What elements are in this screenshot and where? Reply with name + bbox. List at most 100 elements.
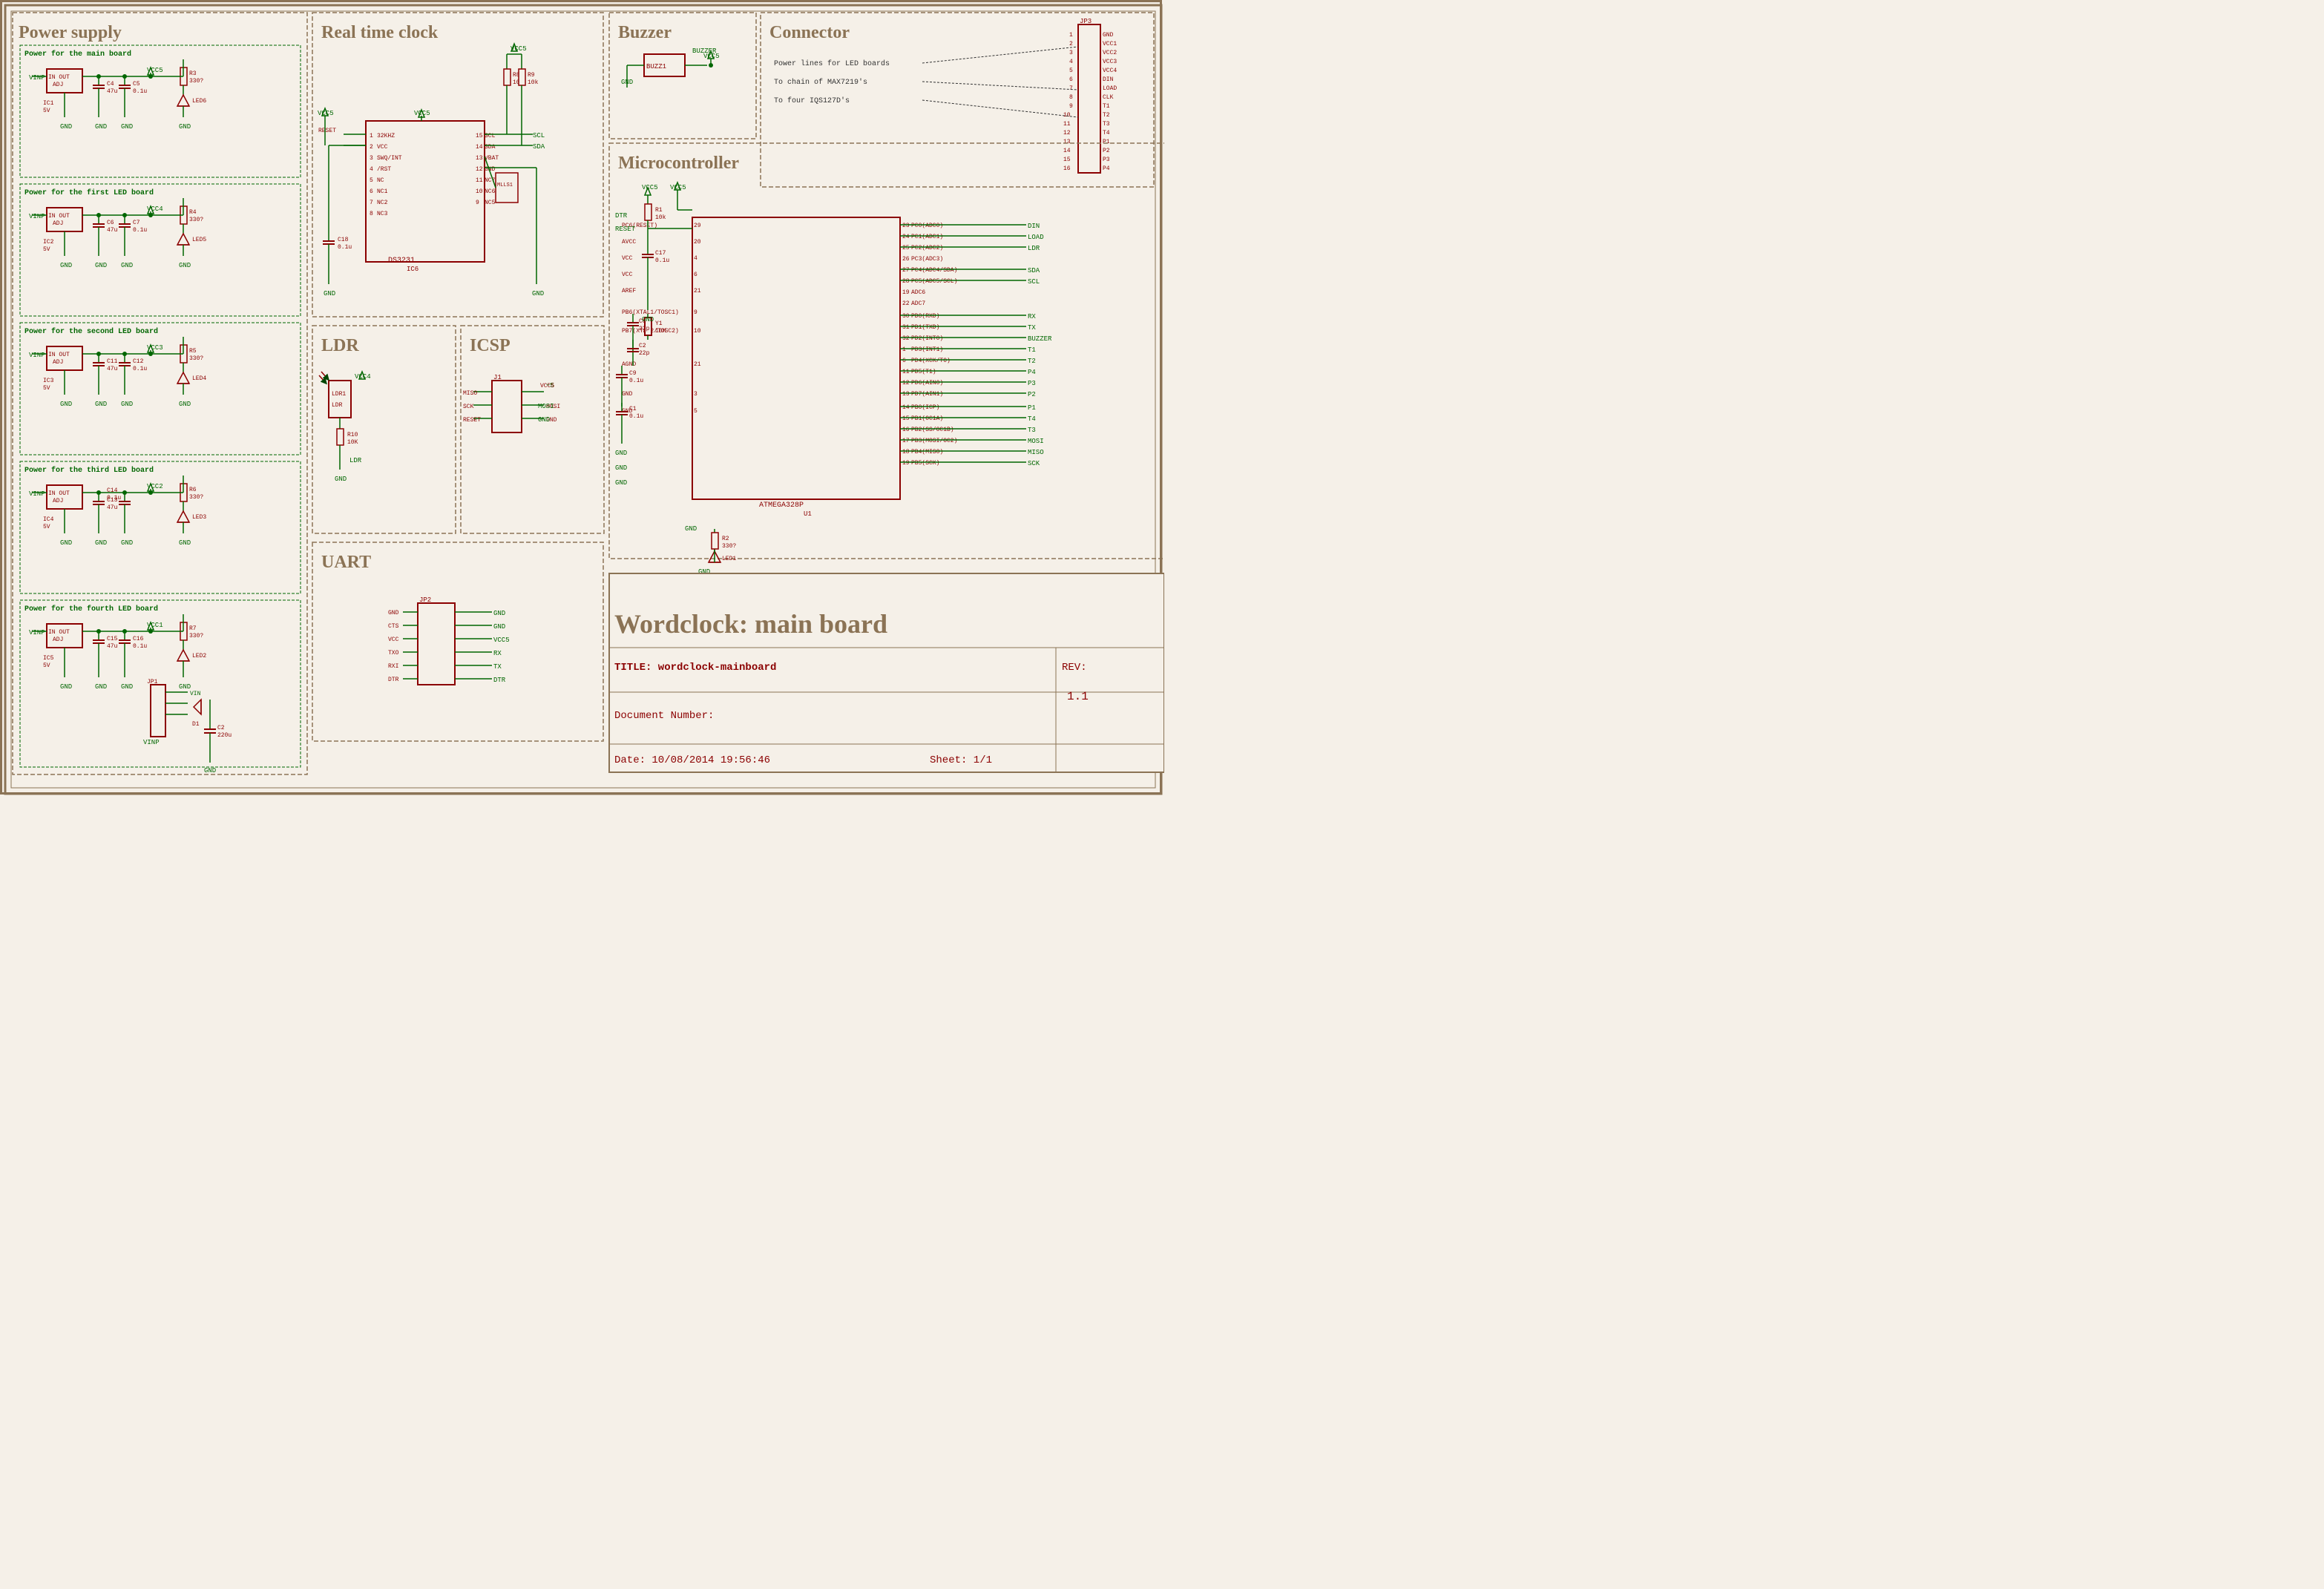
svg-text:SCK: SCK — [1028, 460, 1040, 467]
svg-text:DIN: DIN — [1028, 223, 1040, 230]
svg-text:GND: GND — [60, 539, 72, 547]
svg-text:5: 5 — [1069, 68, 1073, 74]
svg-text:GND: GND — [121, 123, 133, 131]
svg-text:24: 24 — [902, 234, 910, 240]
svg-text:P2: P2 — [1103, 148, 1110, 154]
svg-text:13: 13 — [1063, 139, 1071, 145]
svg-text:PC0(ADC0): PC0(ADC0) — [911, 223, 943, 229]
svg-text:22p: 22p — [639, 350, 650, 357]
svg-text:4: 4 — [694, 255, 697, 262]
svg-text:GND: GND — [95, 683, 107, 691]
svg-text:PD5(T1): PD5(T1) — [911, 369, 936, 375]
svg-text:VCC5: VCC5 — [318, 110, 334, 117]
svg-text:TX: TX — [493, 663, 502, 671]
svg-text:C6: C6 — [107, 220, 114, 226]
svg-text:4: 4 — [1069, 59, 1073, 65]
svg-text:21: 21 — [694, 288, 701, 295]
schematic-page: Power supply Power for the main board IN… — [0, 0, 1162, 794]
svg-text:LOAD: LOAD — [1103, 85, 1117, 92]
svg-text:7: 7 — [1069, 85, 1073, 92]
svg-text:47u: 47u — [107, 366, 118, 372]
svg-text:MISO: MISO — [1028, 449, 1044, 456]
svg-text:VINP: VINP — [29, 352, 45, 359]
svg-text:VINP: VINP — [29, 629, 45, 636]
svg-text:28: 28 — [902, 278, 910, 285]
svg-text:GND: GND — [95, 262, 107, 269]
svg-text:Power for the third LED board: Power for the third LED board — [24, 466, 154, 475]
svg-text:Y1: Y1 — [655, 320, 663, 327]
svg-text:1: 1 — [370, 133, 373, 139]
svg-text:T1: T1 — [1028, 346, 1036, 354]
svg-text:5: 5 — [694, 408, 697, 415]
svg-text:14: 14 — [902, 404, 910, 411]
svg-text:21: 21 — [694, 361, 701, 368]
svg-text:REV:: REV: — [1062, 662, 1087, 674]
svg-text:LED2: LED2 — [192, 653, 206, 659]
svg-text:LED3: LED3 — [192, 514, 206, 521]
svg-text:C8: C8 — [639, 318, 646, 325]
svg-text:TX: TX — [1028, 324, 1036, 332]
svg-text:VINP: VINP — [143, 739, 160, 746]
svg-text:10: 10 — [476, 188, 483, 195]
svg-text:C11: C11 — [107, 358, 118, 365]
svg-text:5V: 5V — [43, 385, 50, 392]
svg-text:3: 3 — [370, 155, 373, 162]
svg-text:J1: J1 — [493, 374, 502, 381]
svg-text:14: 14 — [1063, 148, 1071, 154]
svg-text:PD7(AIN1): PD7(AIN1) — [911, 391, 943, 398]
svg-text:0.1u: 0.1u — [133, 227, 147, 234]
svg-text:VCC1: VCC1 — [1103, 41, 1117, 47]
svg-text:C14: C14 — [107, 487, 118, 494]
svg-text:GND: GND — [324, 290, 335, 297]
svg-text:AVCC: AVCC — [622, 239, 636, 246]
svg-text:SDA: SDA — [1028, 267, 1040, 274]
svg-text:0.1u: 0.1u — [655, 257, 669, 264]
svg-text:RESET: RESET — [615, 226, 636, 233]
svg-text:PC1(ADC1): PC1(ADC1) — [911, 234, 943, 240]
svg-text:IN OUT: IN OUT — [48, 629, 70, 636]
svg-text:12: 12 — [476, 166, 483, 173]
svg-text:ATMEGA328P: ATMEGA328P — [759, 501, 804, 510]
svg-text:NC6: NC6 — [485, 188, 496, 195]
svg-text:13: 13 — [902, 391, 910, 398]
svg-text:13: 13 — [476, 155, 483, 162]
svg-text:2: 2 — [1069, 41, 1073, 47]
svg-text:11: 11 — [476, 177, 483, 184]
svg-text:C16: C16 — [133, 636, 144, 642]
svg-text:VCC5: VCC5 — [511, 45, 527, 53]
svg-text:GND: GND — [621, 79, 633, 86]
svg-text:12: 12 — [1063, 130, 1071, 136]
svg-text:T1: T1 — [1103, 103, 1110, 110]
svg-text:16M: 16M — [655, 328, 666, 335]
svg-text:IC1: IC1 — [43, 100, 54, 107]
svg-text:CTS: CTS — [388, 623, 399, 630]
svg-text:PB6(XTAL1/TOSC1): PB6(XTAL1/TOSC1) — [622, 309, 679, 316]
svg-text:22p: 22p — [639, 326, 650, 332]
svg-text:JP2: JP2 — [419, 596, 431, 604]
svg-text:PB1(OC1A): PB1(OC1A) — [911, 415, 943, 422]
svg-text:6: 6 — [1069, 76, 1073, 83]
svg-text:PD3(INT1): PD3(INT1) — [911, 346, 943, 353]
svg-text:Wordclock: main board: Wordclock: main board — [614, 609, 887, 639]
svg-text:GND: GND — [1103, 32, 1114, 39]
svg-text:R3: R3 — [189, 70, 197, 77]
svg-text:C1: C1 — [629, 406, 637, 412]
svg-text:P1: P1 — [1028, 404, 1036, 412]
svg-text:R8: R8 — [513, 72, 520, 79]
svg-text:8: 8 — [1069, 94, 1073, 101]
svg-text:Power for the second LED board: Power for the second LED board — [24, 327, 158, 336]
svg-text:4: 4 — [370, 166, 373, 173]
svg-text:Power for the fourth LED board: Power for the fourth LED board — [24, 605, 158, 613]
svg-text:C15: C15 — [107, 636, 118, 642]
svg-text:UART: UART — [321, 553, 371, 572]
svg-text:GND: GND — [121, 401, 133, 408]
svg-text:PB2(SS/OC1B): PB2(SS/OC1B) — [911, 427, 954, 433]
svg-text:Sheet: 1/1: Sheet: 1/1 — [930, 754, 992, 766]
svg-text:DTR: DTR — [388, 677, 399, 683]
svg-text:PB5(SCK): PB5(SCK) — [911, 460, 939, 467]
svg-text:16: 16 — [902, 427, 910, 433]
svg-text:47u: 47u — [107, 504, 118, 511]
svg-text:RX: RX — [493, 650, 502, 657]
svg-text:LED1: LED1 — [722, 556, 736, 562]
svg-text:VCC: VCC — [377, 144, 388, 151]
